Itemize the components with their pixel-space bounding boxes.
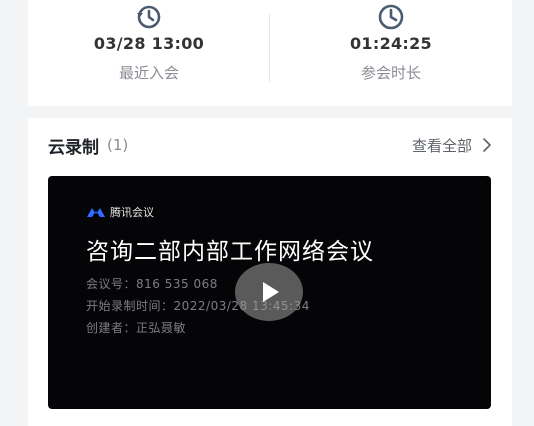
play-icon: [263, 282, 279, 302]
view-all-link[interactable]: 查看全部: [412, 135, 492, 156]
duration-value: 01:24:25: [350, 34, 432, 53]
play-button[interactable]: [235, 263, 303, 321]
history-icon: [137, 5, 161, 29]
section-header: 云录制 (1) 查看全部: [48, 128, 492, 162]
clock-icon: [378, 4, 404, 30]
cloud-recording-section: 云录制 (1) 查看全部 腾讯会议 咨询二部内部工作网络会议 会议号：816 5…: [28, 118, 512, 426]
video-title: 咨询二部内部工作网络会议: [86, 239, 374, 265]
meeting-stats-card: 03/28 13:00 最近入会 01:24:25 参会时长: [28, 0, 512, 106]
creator: 创建者：正弘聂敏: [86, 321, 187, 335]
last-join-value: 03/28 13:00: [93, 34, 205, 53]
section-title: 云录制: [48, 137, 99, 158]
recording-video-card[interactable]: 腾讯会议 咨询二部内部工作网络会议 会议号：816 535 068 开始录制时间…: [48, 176, 491, 409]
last-join-label: 最近入会: [118, 64, 179, 82]
last-join-stat: 03/28 13:00 最近入会: [28, 0, 270, 106]
chevron-right-icon: [483, 138, 491, 152]
brand-name: 腾讯会议: [110, 206, 154, 219]
view-all-label: 查看全部: [411, 136, 472, 155]
duration-label: 参会时长: [360, 64, 421, 82]
tencent-meeting-logo-icon: [87, 208, 105, 217]
duration-stat: 01:24:25 参会时长: [270, 0, 512, 106]
tencent-meeting-brand: 腾讯会议: [86, 204, 154, 220]
meeting-id: 会议号：816 535 068: [86, 277, 218, 291]
recording-count: (1): [107, 136, 129, 154]
